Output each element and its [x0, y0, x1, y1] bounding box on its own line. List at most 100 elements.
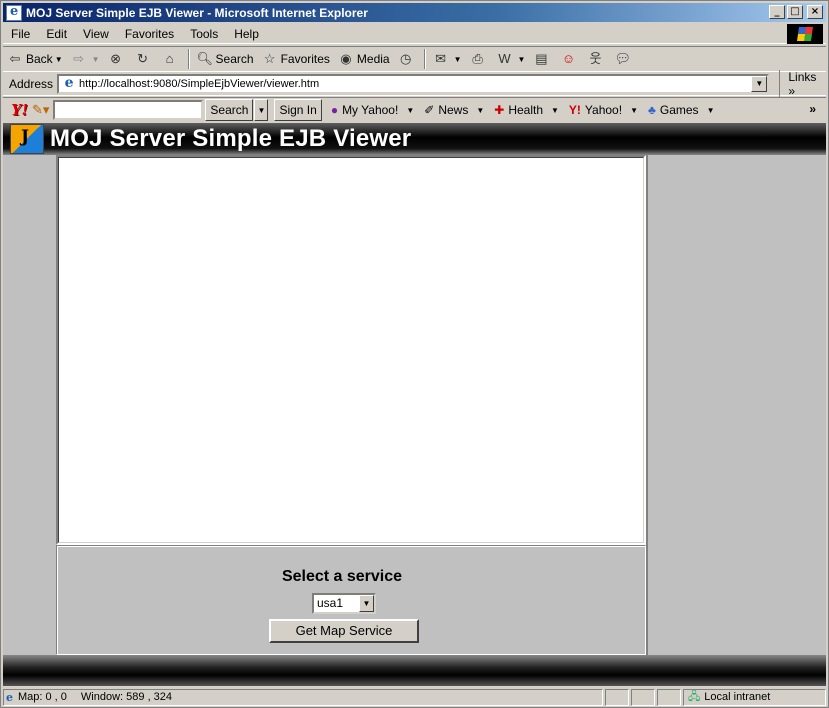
links-button[interactable]: Links »: [779, 70, 826, 98]
back-label: Back: [26, 52, 53, 66]
minimize-button[interactable]: _: [769, 5, 785, 19]
yahoo-small-icon: Y!: [568, 103, 581, 117]
security-zone-label: Local intranet: [704, 691, 771, 703]
pencil-icon[interactable]: ✎▾: [32, 102, 49, 118]
history-button[interactable]: ◷: [394, 48, 421, 70]
maximize-button[interactable]: □: [787, 5, 803, 19]
edit-dropdown-icon[interactable]: ▼: [518, 55, 526, 64]
people-icon: 웃: [589, 51, 602, 66]
discuss-icon: ▤: [535, 51, 548, 66]
favorites-button[interactable]: ☆ Favorites: [258, 48, 334, 70]
status-blank-pane: [657, 688, 681, 706]
service-select[interactable]: usa1 ▼: [312, 593, 376, 614]
health-dropdown-icon[interactable]: ▼: [551, 106, 559, 115]
chat-button[interactable]: 💬︎: [610, 48, 637, 70]
forward-button[interactable]: ⇨ ▼: [67, 48, 104, 70]
forward-dropdown-icon[interactable]: ▼: [92, 55, 100, 64]
yahoo-logo-icon[interactable]: Y!: [11, 100, 28, 120]
service-dropdown-icon[interactable]: ▼: [359, 595, 374, 612]
menu-view[interactable]: View: [75, 27, 117, 41]
left-gutter: [3, 155, 56, 655]
yahoo-search-button[interactable]: Search: [205, 99, 254, 121]
yahoo-toolbar: Y! ✎▾ Search ▼ Sign In ● My Yahoo! ▼ ✐ N…: [3, 97, 826, 122]
yahoo-search-dropdown-icon[interactable]: ▼: [254, 99, 269, 121]
research-button[interactable]: 웃: [583, 48, 610, 70]
yahoo-home-button[interactable]: Y! Yahoo! ▼: [564, 103, 643, 117]
back-arrow-icon: ⇦: [9, 51, 21, 66]
more-chevron-icon[interactable]: »: [809, 102, 816, 116]
address-url[interactable]: http://localhost:9080/SimpleEjbViewer/vi…: [79, 78, 319, 90]
menu-tools[interactable]: Tools: [182, 27, 226, 41]
my-yahoo-button[interactable]: ● My Yahoo! ▼: [326, 103, 419, 117]
sign-in-button[interactable]: Sign In: [274, 99, 322, 121]
media-label: Media: [356, 52, 390, 66]
service-control-panel: Select a service usa1 ▼ Get Map Service: [56, 545, 646, 655]
forward-arrow-icon: ⇨: [73, 51, 85, 66]
mail-dropdown-icon[interactable]: ▼: [454, 55, 462, 64]
security-zone-pane[interactable]: 🖧︎ Local intranet: [683, 688, 826, 706]
print-button[interactable]: ⎙: [466, 48, 493, 70]
health-button[interactable]: ✚ Health ▼: [489, 103, 564, 117]
edit-button[interactable]: W ▼: [493, 48, 530, 70]
refresh-button[interactable]: ↻: [131, 48, 158, 70]
page-title: MOJ Server Simple EJB Viewer: [50, 125, 412, 152]
search-button[interactable]: 🔍︎ Search: [193, 48, 258, 70]
menu-edit[interactable]: Edit: [38, 27, 75, 41]
status-window-size: Window: 589 , 324: [80, 691, 173, 703]
messenger-button[interactable]: ☺: [556, 48, 583, 70]
news-icon: ✐: [424, 103, 435, 117]
favorites-star-icon: ☆: [263, 51, 276, 66]
status-bar: e Map: 0 , 0 Window: 589 , 324 🖧︎ Local …: [3, 688, 826, 706]
stop-button[interactable]: ⊗: [104, 48, 131, 70]
chat-bubble-icon: 💬︎: [614, 51, 631, 66]
address-input[interactable]: e http://localhost:9080/SimpleEjbViewer/…: [57, 74, 770, 94]
print-icon: ⎙: [472, 51, 483, 66]
status-lock-pane: [631, 688, 655, 706]
discuss-button[interactable]: ▤: [529, 48, 556, 70]
history-icon: ◷: [399, 51, 412, 66]
health-label: Health: [508, 103, 543, 117]
yahoo-home-dropdown-icon[interactable]: ▼: [630, 106, 638, 115]
status-page-icon: e: [6, 690, 13, 704]
address-bar: Address e http://localhost:9080/SimpleEj…: [3, 70, 826, 98]
games-button[interactable]: ♣ Games ▼: [643, 103, 719, 117]
yahoo-search-input[interactable]: [53, 100, 204, 120]
windows-logo-icon: [787, 24, 823, 44]
news-dropdown-icon[interactable]: ▼: [476, 106, 484, 115]
menu-bar: File Edit View Favorites Tools Help: [3, 24, 826, 44]
back-button[interactable]: ⇦ Back ▼: [3, 48, 67, 70]
ie-app-icon[interactable]: [6, 4, 22, 21]
word-edit-icon: W: [498, 51, 511, 66]
home-button[interactable]: ⌂: [158, 48, 185, 70]
status-map-coords: Map: 0 , 0: [18, 691, 67, 703]
page-header: MOJ Server Simple EJB Viewer: [3, 123, 826, 155]
mail-button[interactable]: ✉ ▼: [429, 48, 466, 70]
map-canvas[interactable]: [58, 157, 644, 543]
refresh-icon: ↻: [137, 51, 148, 66]
my-yahoo-dropdown-icon[interactable]: ▼: [406, 106, 414, 115]
address-dropdown-icon[interactable]: ▼: [751, 76, 768, 92]
my-yahoo-label: My Yahoo!: [342, 103, 399, 117]
games-dropdown-icon[interactable]: ▼: [707, 106, 715, 115]
mail-icon: ✉: [435, 51, 447, 66]
address-label: Address: [9, 77, 54, 91]
close-button[interactable]: ×: [807, 5, 823, 19]
map-display[interactable]: [56, 155, 646, 545]
window-title: MOJ Server Simple EJB Viewer - Microsoft…: [26, 5, 368, 20]
search-label: Search: [215, 52, 254, 66]
media-button[interactable]: ◉ Media: [334, 48, 394, 70]
java-logo-icon: [10, 124, 44, 154]
get-map-service-button[interactable]: Get Map Service: [269, 619, 419, 643]
media-icon: ◉: [340, 51, 352, 66]
back-dropdown-icon[interactable]: ▼: [55, 55, 63, 64]
page-viewport[interactable]: MOJ Server Simple EJB Viewer Select a se…: [3, 123, 826, 686]
title-bar[interactable]: MOJ Server Simple EJB Viewer - Microsoft…: [3, 3, 826, 22]
links-chevron-icon: »: [788, 84, 796, 98]
browser-window: MOJ Server Simple EJB Viewer - Microsoft…: [0, 0, 829, 708]
menu-help[interactable]: Help: [226, 27, 267, 41]
yahoo-messenger-icon: ☺: [561, 51, 576, 66]
menu-file[interactable]: File: [3, 27, 38, 41]
news-button[interactable]: ✐ News ▼: [419, 103, 489, 117]
menu-favorites[interactable]: Favorites: [117, 27, 182, 41]
page-icon: e: [64, 75, 74, 91]
